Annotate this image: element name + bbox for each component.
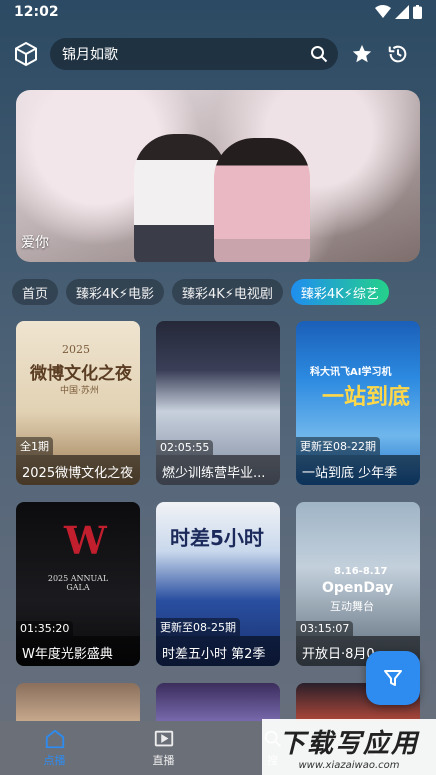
top-actions xyxy=(350,42,410,66)
search-input[interactable]: 锦月如歌 xyxy=(50,38,338,70)
tab-4k-tv[interactable]: 臻彩4K⚡电视剧 xyxy=(171,279,283,305)
update-badge: 更新至08-22期 xyxy=(296,437,380,455)
poster-title: 一站到底 xyxy=(322,384,411,410)
status-bar: 12:02 xyxy=(0,0,436,24)
poster-title: 微博文化之夜 xyxy=(30,364,132,384)
video-card[interactable]: W 2025 ANNUAL GALA 01:35:20 W年度光影盛典 xyxy=(16,502,140,666)
status-icons xyxy=(375,5,422,19)
poster-subtitle: 中国·苏州 xyxy=(60,386,99,396)
cube-icon[interactable] xyxy=(12,40,40,68)
card-title: 2025微博文化之夜 xyxy=(16,455,140,485)
video-card[interactable]: 8.16-8.17 OpenDay 互动舞台 03:15:07 开放日·8月0.… xyxy=(296,502,420,666)
poster-year: 2025 xyxy=(62,343,90,356)
poster-subtitle: 2025 ANNUAL GALA xyxy=(47,574,109,592)
signal-icon xyxy=(395,5,409,19)
search-icon[interactable] xyxy=(310,45,328,63)
poster-subtitle: OpenDay xyxy=(322,580,394,596)
video-card[interactable]: 时差5小时 更新至08-25期 时差五小时 第2季 xyxy=(156,502,280,666)
update-badge: 更新至08-25期 xyxy=(156,618,240,636)
poster-subtitle-2: 互动舞台 xyxy=(330,600,374,613)
poster-date: 8.16-8.17 xyxy=(334,566,388,577)
banner-image-figure xyxy=(214,138,310,262)
featured-banner[interactable]: 爱你 xyxy=(16,90,420,262)
wifi-icon xyxy=(375,5,391,18)
tv-icon xyxy=(154,730,173,747)
search-value: 锦月如歌 xyxy=(62,47,118,63)
watermark-title: 下载写应用 xyxy=(278,729,419,759)
duration-badge: 01:35:20 xyxy=(16,621,74,636)
tab-home[interactable]: 首页 xyxy=(12,279,59,305)
nav-live[interactable]: 直播 xyxy=(109,721,218,775)
status-time: 12:02 xyxy=(14,4,59,20)
duration-badge: 02:05:55 xyxy=(156,440,214,455)
battery-icon xyxy=(413,5,422,19)
card-title: 一站到底 少年季 xyxy=(296,455,420,485)
tab-4k-movie[interactable]: 臻彩4K⚡电影 xyxy=(66,279,164,305)
video-card[interactable]: 2025 微博文化之夜 中国·苏州 全1期 2025微博文化之夜 xyxy=(16,321,140,485)
poster-logo: W xyxy=(64,518,107,563)
filter-button[interactable] xyxy=(366,651,420,705)
video-card[interactable] xyxy=(16,683,140,723)
card-title: W年度光影盛典 xyxy=(16,636,140,666)
home-icon xyxy=(45,729,64,749)
tab-4k-variety[interactable]: 臻彩4K⚡综艺 xyxy=(290,279,389,305)
card-title: 燃少训练营毕业... xyxy=(156,455,280,485)
video-card[interactable] xyxy=(156,683,280,723)
poster-title: 时差5小时 xyxy=(170,526,264,550)
poster-sponsor: 科大讯飞AI学习机 xyxy=(310,367,392,378)
nav-label: 点播 xyxy=(43,754,66,767)
video-card[interactable]: 科大讯飞AI学习机 一站到底 更新至08-22期 一站到底 少年季 xyxy=(296,321,420,485)
star-icon[interactable] xyxy=(350,42,374,66)
nav-vod[interactable]: 点播 xyxy=(0,721,109,775)
episode-badge: 全1期 xyxy=(16,437,53,455)
category-tabs: 首页 臻彩4K⚡电影 臻彩4K⚡电视剧 臻彩4K⚡综艺 xyxy=(12,279,424,305)
history-icon[interactable] xyxy=(386,42,410,66)
banner-title: 爱你 xyxy=(21,235,49,251)
top-bar: 锦月如歌 xyxy=(12,38,424,70)
watermark-url: www.xiazaiwao.com xyxy=(298,760,400,771)
card-title: 时差五小时 第2季 xyxy=(156,636,280,666)
duration-badge: 03:15:07 xyxy=(296,621,354,636)
video-card[interactable]: 02:05:55 燃少训练营毕业... xyxy=(156,321,280,485)
watermark-logo: 下载写应用 www.xiazaiwao.com xyxy=(262,719,436,775)
nav-label: 直播 xyxy=(152,754,175,767)
banner-image-figure xyxy=(134,134,226,262)
filter-icon xyxy=(384,670,402,686)
